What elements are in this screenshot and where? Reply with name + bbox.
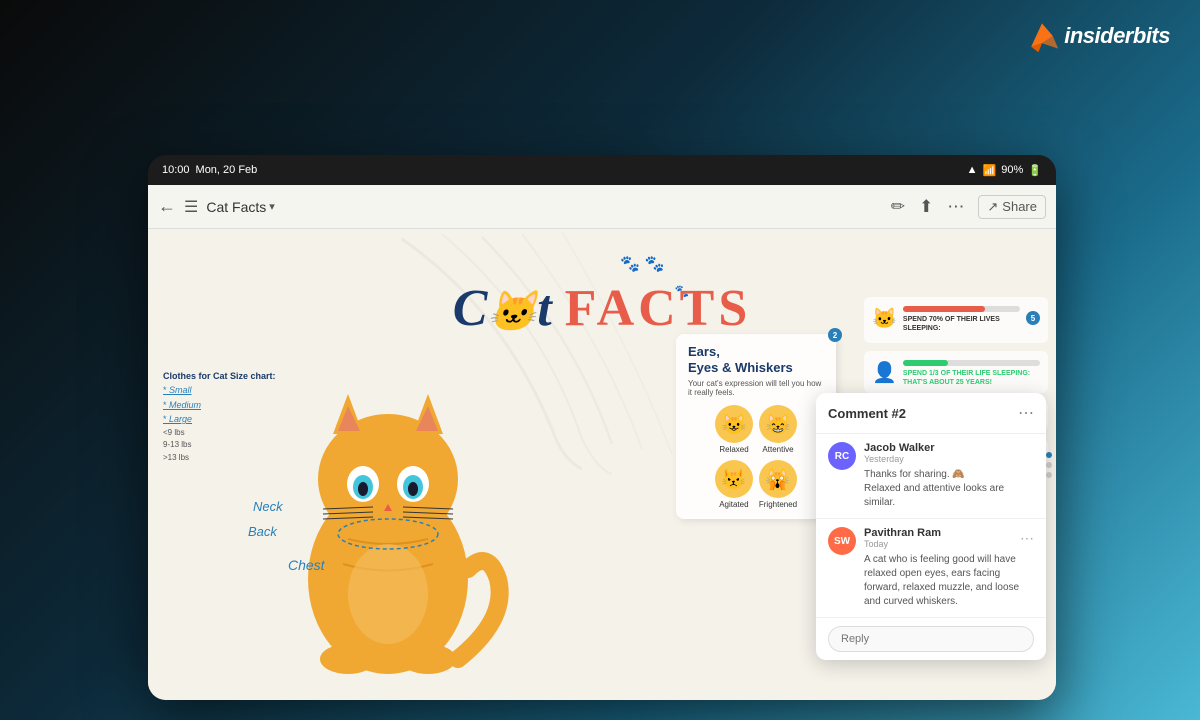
avatar-sw: SW	[828, 527, 856, 555]
comment-marker-2[interactable]: 2	[828, 328, 842, 342]
content-area: 🐾 🐾 🐾 C🐱t FACTS Clothes for Cat Size cha…	[148, 229, 1056, 700]
neck-label: Neck	[253, 499, 283, 514]
battery-icon: 90%	[1001, 164, 1023, 176]
faces-row-2: 😾 Agitated 🙀 Frightened	[688, 460, 824, 509]
comment-1-time: Yesterday	[864, 454, 1034, 464]
face-agitated: 😾 Agitated	[715, 460, 753, 509]
comment-1-info: Jacob Walker Yesterday Thanks for sharin…	[864, 442, 1034, 510]
menu-button[interactable]: ☰	[184, 197, 198, 217]
expressions-box: Ears,Eyes & Whiskers Your cat's expressi…	[676, 334, 836, 519]
paw-prints: 🐾 🐾	[620, 254, 664, 274]
comment-2-username: Pavithran Ram	[864, 527, 941, 539]
status-bar: 10:00 Mon, 20 Feb ▲ 📶 90% 🔋	[148, 155, 1056, 185]
comment-2-more[interactable]: ⋯	[1020, 530, 1034, 547]
tablet-frame: 10:00 Mon, 20 Feb ▲ 📶 90% 🔋 ← ☰ Cat Fact…	[148, 155, 1056, 700]
expression-subtitle: Your cat's expression will tell you how …	[688, 379, 824, 397]
logo-icon	[1024, 18, 1060, 54]
signal-icon: ▲	[967, 164, 978, 176]
infographic: 🐾 🐾 🐾 C🐱t FACTS Clothes for Cat Size cha…	[148, 229, 1056, 700]
app-bar: ← ☰ Cat Facts ▾ ✏ ⬆ ⋯ ↗ Share	[148, 185, 1056, 229]
back-label: Back	[248, 524, 277, 539]
back-button[interactable]: ←	[158, 196, 176, 217]
avatar-rc: RC	[828, 442, 856, 470]
face-relaxed: 😺 Relaxed	[715, 405, 753, 454]
comment-reply-box	[816, 618, 1046, 660]
comment-2-info: Pavithran Ram Today ⋯ A cat who is feeli…	[864, 527, 1034, 609]
chest-label: Chest	[288, 557, 325, 573]
more-icon[interactable]: ⋯	[947, 197, 964, 217]
cat-facts-title: C🐱t FACTS	[453, 279, 752, 338]
comment-header: Comment #2 ⋯	[816, 393, 1046, 434]
comment-2-text: A cat who is feeling good will have rela…	[864, 553, 1034, 609]
battery-indicator: 🔋	[1028, 164, 1042, 177]
sleep-panel-2: 👤 SPEND 1/3 OF THEIR LIFE SLEEPING: THAT…	[864, 351, 1048, 393]
comment-2: SW Pavithran Ram Today ⋯ A cat who is f	[816, 519, 1046, 618]
export-icon[interactable]: ⬆	[919, 197, 933, 217]
title-cat: C🐱t	[453, 280, 565, 337]
comment-title: Comment #2	[828, 406, 906, 421]
sleep-panel-1: 🐱 SPEND 70% OF THEIR LIVES SLEEPING: 5	[864, 297, 1048, 343]
wifi-icon: 📶	[983, 164, 997, 177]
comment-more-icon[interactable]: ⋯	[1018, 403, 1034, 423]
cat-illustration: Neck Back Chest	[248, 339, 528, 659]
expressions-title: Ears,Eyes & Whiskers	[688, 344, 824, 375]
reply-input[interactable]	[828, 626, 1034, 652]
document-content: 🐾 🐾 🐾 C🐱t FACTS Clothes for Cat Size cha…	[148, 229, 1056, 700]
comment-1: RC Jacob Walker Yesterday Thanks for sha…	[816, 434, 1046, 519]
face-attentive: 😸 Attentive	[759, 405, 797, 454]
scroll-dots	[1046, 452, 1052, 478]
logo-text: insiderbits	[1064, 23, 1170, 49]
pen-icon[interactable]: ✏	[891, 197, 905, 217]
share-icon: ↗	[987, 199, 998, 215]
app-bar-actions: ✏ ⬆ ⋯ ↗ Share	[891, 195, 1046, 219]
title-facts: FACTS	[565, 280, 752, 337]
dropdown-icon[interactable]: ▾	[269, 200, 275, 213]
comment-panel: Comment #2 ⋯ RC Jacob Walker Yesterday T…	[816, 393, 1046, 660]
faces-row: 😺 Relaxed 😸 Attentive	[688, 405, 824, 454]
share-button[interactable]: ↗ Share	[978, 195, 1046, 219]
comment-1-text: Thanks for sharing. 🙈Relaxed and attenti…	[864, 468, 1034, 510]
status-date: Mon, 20 Feb	[196, 164, 258, 176]
status-time: 10:00	[162, 164, 190, 176]
comment-1-username: Jacob Walker	[864, 442, 1034, 454]
document-title: Cat Facts	[206, 199, 266, 215]
comment-2-time: Today	[864, 539, 941, 549]
logo: insiderbits	[1024, 18, 1170, 54]
face-frightened: 🙀 Frightened	[759, 460, 797, 509]
